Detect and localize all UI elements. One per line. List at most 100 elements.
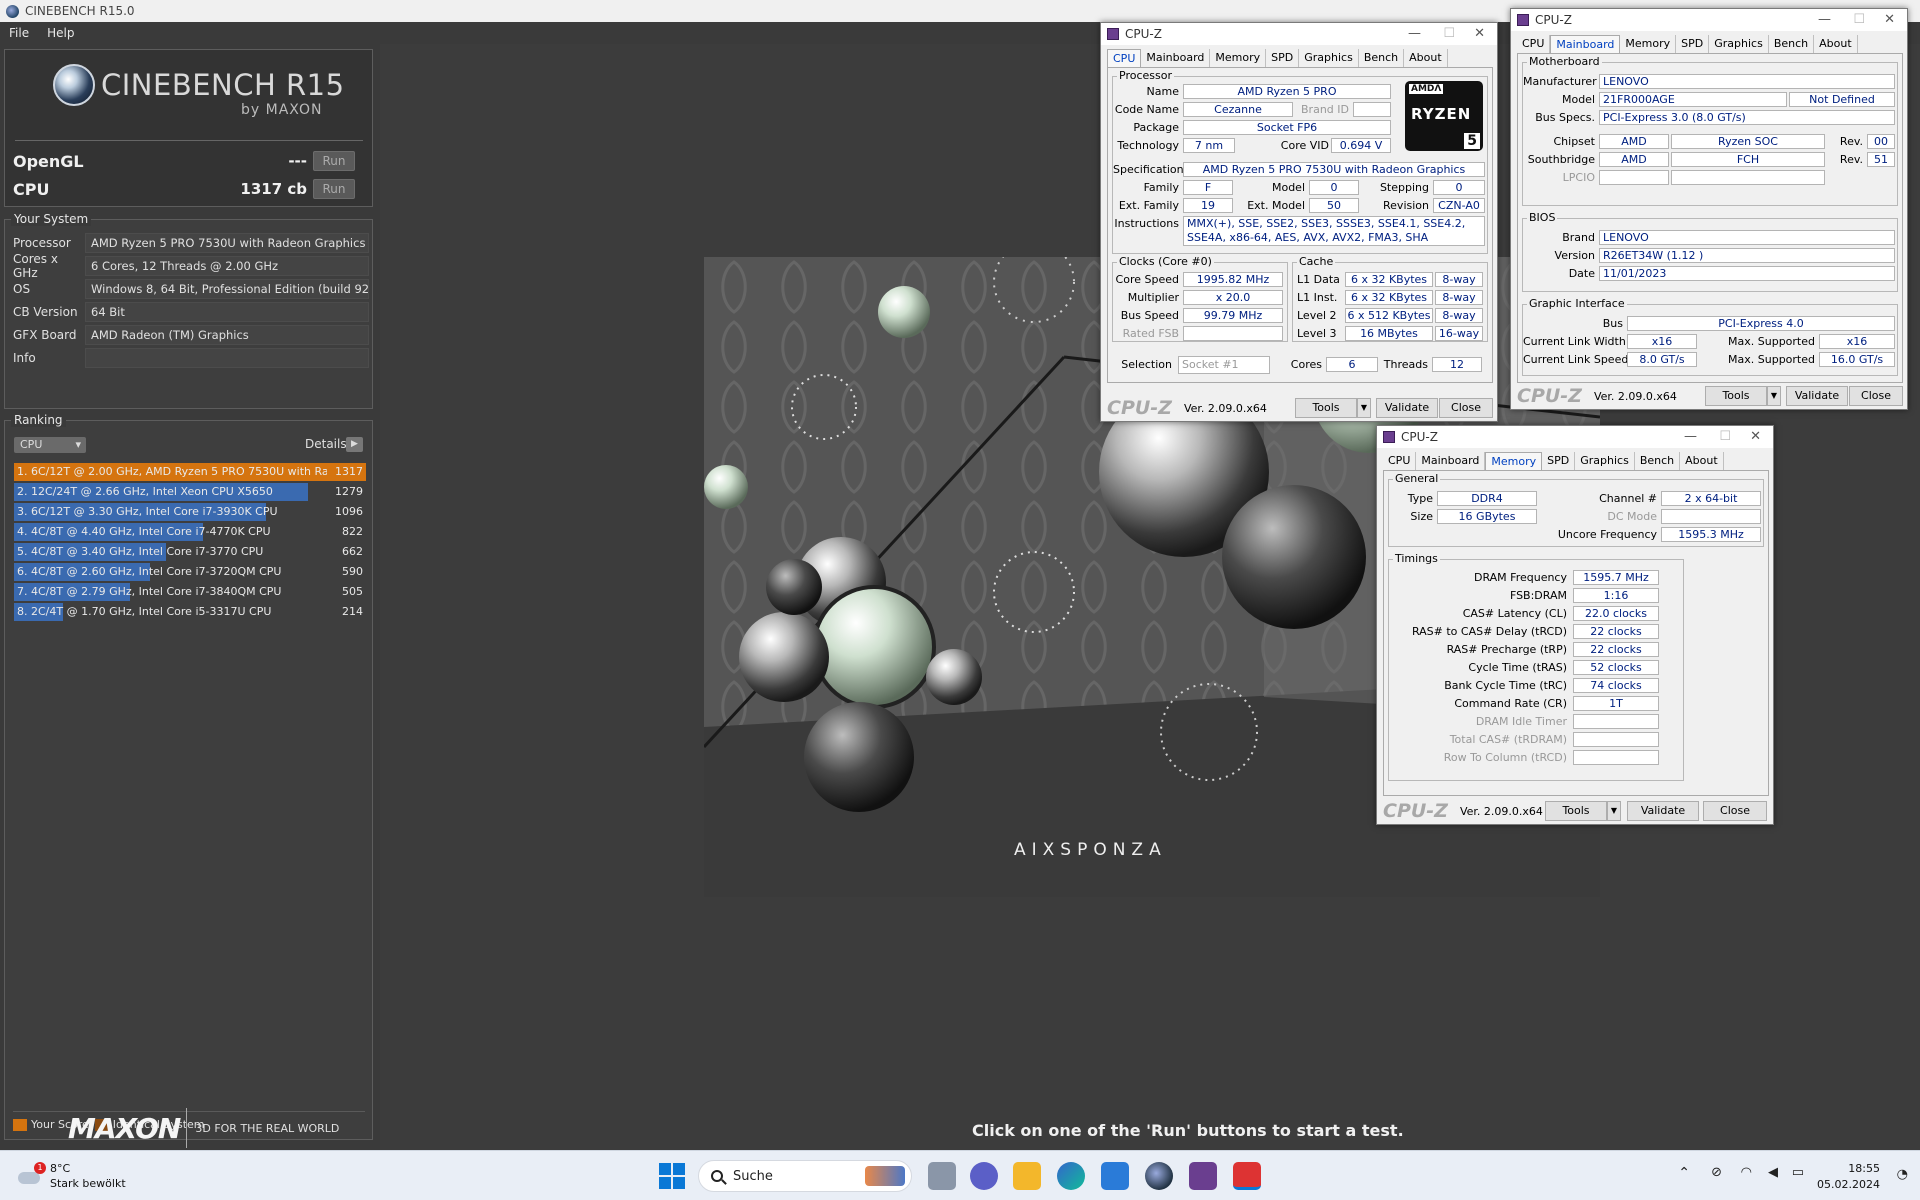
cache-way-value: 8-way (1435, 308, 1483, 323)
ranking-row[interactable]: 8. 2C/4T @ 1.70 GHz, Intel Core i5-3317U… (14, 603, 366, 621)
network-off-icon[interactable]: ⊘ (1711, 1165, 1722, 1180)
validate-button[interactable]: Validate (1627, 801, 1699, 821)
tab-graphics[interactable]: Graphics (1575, 452, 1635, 470)
active-app-taskbar-icon[interactable] (1233, 1162, 1261, 1190)
chipset-label: Chipset (1553, 135, 1595, 148)
file-explorer-icon[interactable] (1013, 1162, 1041, 1190)
ranking-row[interactable]: 2. 12C/24T @ 2.66 GHz, Intel Xeon CPU X5… (14, 483, 366, 501)
close-icon[interactable]: ✕ (1884, 12, 1895, 27)
tab-graphics[interactable]: Graphics (1709, 35, 1769, 53)
tab-mainboard[interactable]: Mainboard (1416, 452, 1486, 470)
tools-button[interactable]: Tools (1705, 386, 1767, 406)
ranking-row[interactable]: 1. 6C/12T @ 2.00 GHz, AMD Ryzen 5 PRO 75… (14, 463, 366, 481)
ranking-row[interactable]: 4. 4C/8T @ 4.40 GHz, Intel Core i7-4770K… (14, 523, 366, 541)
minimize-icon[interactable]: — (1408, 26, 1421, 41)
tools-dropdown-arrow[interactable]: ▼ (1357, 398, 1371, 418)
task-view-icon[interactable] (928, 1162, 956, 1190)
selection-dropdown[interactable]: Socket #1 (1178, 356, 1270, 374)
close-button[interactable]: Close (1849, 386, 1903, 406)
max-supported-speed-value: 16.0 GT/s (1819, 352, 1895, 367)
ranking-row[interactable]: 3. 6C/12T @ 3.30 GHz, Intel Core i7-3930… (14, 503, 366, 521)
tab-cpu[interactable]: CPU (1383, 452, 1417, 470)
timing-label: Cycle Time (tRAS) (1468, 661, 1567, 674)
tab-memory[interactable]: Memory (1210, 49, 1267, 67)
tab-bench[interactable]: Bench (1359, 49, 1405, 67)
clocks-group: Clocks (Core #0) Core Speed 1995.82 MHz … (1112, 255, 1288, 342)
opengl-run-button[interactable]: Run (313, 151, 355, 171)
notification-bell-icon[interactable]: ◔ (1897, 1167, 1908, 1182)
cloud-icon: 1 (18, 1162, 46, 1188)
tab-memory[interactable]: Memory (1485, 452, 1543, 470)
cpuz-app-icon (1107, 28, 1119, 40)
core-vid-label: Core VID (1280, 139, 1329, 152)
your-system-panel: Your System Processor AMD Ryzen 5 PRO 753… (4, 212, 373, 409)
minimize-icon[interactable]: — (1684, 429, 1697, 444)
ranking-label: 3. 6C/12T @ 3.30 GHz, Intel Core i7-3930… (17, 505, 278, 518)
your-score-swatch (13, 1118, 27, 1131)
system-row-key: Processor (13, 236, 71, 250)
tab-spd[interactable]: SPD (1266, 49, 1300, 67)
ryzen-5-logo: AMDΛ RYZEN 5 (1405, 81, 1483, 151)
ranking-type-select[interactable]: CPU (14, 437, 86, 453)
tab-about[interactable]: About (1404, 49, 1448, 67)
threads-label: Threads (1383, 358, 1428, 371)
validate-button[interactable]: Validate (1376, 398, 1438, 418)
close-icon[interactable]: ✕ (1474, 26, 1485, 41)
tools-dropdown-arrow[interactable]: ▼ (1767, 386, 1781, 406)
ranking-row[interactable]: 5. 4C/8T @ 3.40 GHz, Intel Core i7-3770 … (14, 543, 366, 561)
stepping-label: Stepping (1379, 181, 1429, 194)
wifi-icon[interactable]: ◠ (1741, 1165, 1752, 1180)
battery-icon[interactable]: ▭ (1792, 1165, 1804, 1180)
processor-name-value: AMD Ryzen 5 PRO (1183, 84, 1391, 99)
tools-dropdown-arrow[interactable]: ▼ (1607, 801, 1621, 821)
weather-widget[interactable]: 1 8°C Stark bewölkt (18, 1161, 126, 1191)
close-button[interactable]: Close (1439, 398, 1493, 418)
tab-memory[interactable]: Memory (1620, 35, 1677, 53)
cpuz-mainboard-window: CPU-Z — ☐ ✕ CPU Mainboard Memory SPD Gra… (1510, 8, 1908, 410)
ext-model-value: 50 (1309, 198, 1359, 213)
close-icon[interactable]: ✕ (1750, 429, 1761, 444)
maxon-tagline: 3D FOR THE REAL WORLD (195, 1121, 340, 1135)
minimize-icon[interactable]: — (1818, 12, 1831, 27)
windows-start-icon[interactable] (658, 1162, 686, 1190)
validate-button[interactable]: Validate (1786, 386, 1848, 406)
ranking-row[interactable]: 7. 4C/8T @ 2.79 GHz, Intel Core i7-3840Q… (14, 583, 366, 601)
tab-mainboard[interactable]: Mainboard (1141, 49, 1211, 67)
volume-icon[interactable]: ◀ (1768, 1165, 1778, 1180)
cpu-run-button[interactable]: Run (313, 179, 355, 199)
cinebench-taskbar-icon[interactable] (1145, 1162, 1173, 1190)
tab-cpu[interactable]: CPU (1517, 35, 1551, 53)
tab-about[interactable]: About (1680, 452, 1724, 470)
opengl-label: OpenGL (13, 151, 84, 171)
tools-button[interactable]: Tools (1295, 398, 1357, 418)
close-button[interactable]: Close (1703, 801, 1767, 821)
microsoft-store-icon[interactable] (1101, 1162, 1129, 1190)
tab-graphics[interactable]: Graphics (1299, 49, 1359, 67)
max-supported-width-value: x16 (1819, 334, 1895, 349)
chevron-up-icon[interactable]: ⌃ (1678, 1165, 1690, 1181)
tab-spd[interactable]: SPD (1676, 35, 1710, 53)
tab-bench[interactable]: Bench (1635, 452, 1681, 470)
southbridge-rev-label: Rev. (1839, 153, 1863, 166)
tab-about[interactable]: About (1814, 35, 1858, 53)
clock-date: 05.02.2024 (1817, 1178, 1880, 1191)
tab-mainboard[interactable]: Mainboard (1550, 35, 1621, 53)
tab-spd[interactable]: SPD (1542, 452, 1576, 470)
taskbar-search[interactable]: Suche (698, 1160, 912, 1192)
menu-help[interactable]: Help (38, 26, 83, 40)
teams-chat-icon[interactable] (970, 1162, 998, 1190)
cpuz-taskbar-icon[interactable] (1189, 1162, 1217, 1190)
cpuz-mem-footer: CPU-Z Ver. 2.09.0.x64 Tools ▼ Validate C… (1377, 798, 1773, 824)
menu-file[interactable]: File (0, 26, 38, 40)
details-arrow-button[interactable]: ▶ (346, 437, 363, 452)
edge-browser-icon[interactable] (1057, 1162, 1085, 1190)
ranking-row[interactable]: 6. 4C/8T @ 2.60 GHz, Intel Core i7-3720Q… (14, 563, 366, 581)
core-vid-value: 0.694 V (1331, 138, 1391, 153)
tools-button[interactable]: Tools (1545, 801, 1607, 821)
clock[interactable]: 18:55 05.02.2024 (1817, 1161, 1880, 1193)
system-row: CB Version 64 Bit (13, 301, 369, 323)
tab-bench[interactable]: Bench (1769, 35, 1815, 53)
timing-value: 52 clocks (1573, 660, 1659, 675)
timing-value: 1:16 (1573, 588, 1659, 603)
tab-cpu[interactable]: CPU (1107, 49, 1142, 67)
